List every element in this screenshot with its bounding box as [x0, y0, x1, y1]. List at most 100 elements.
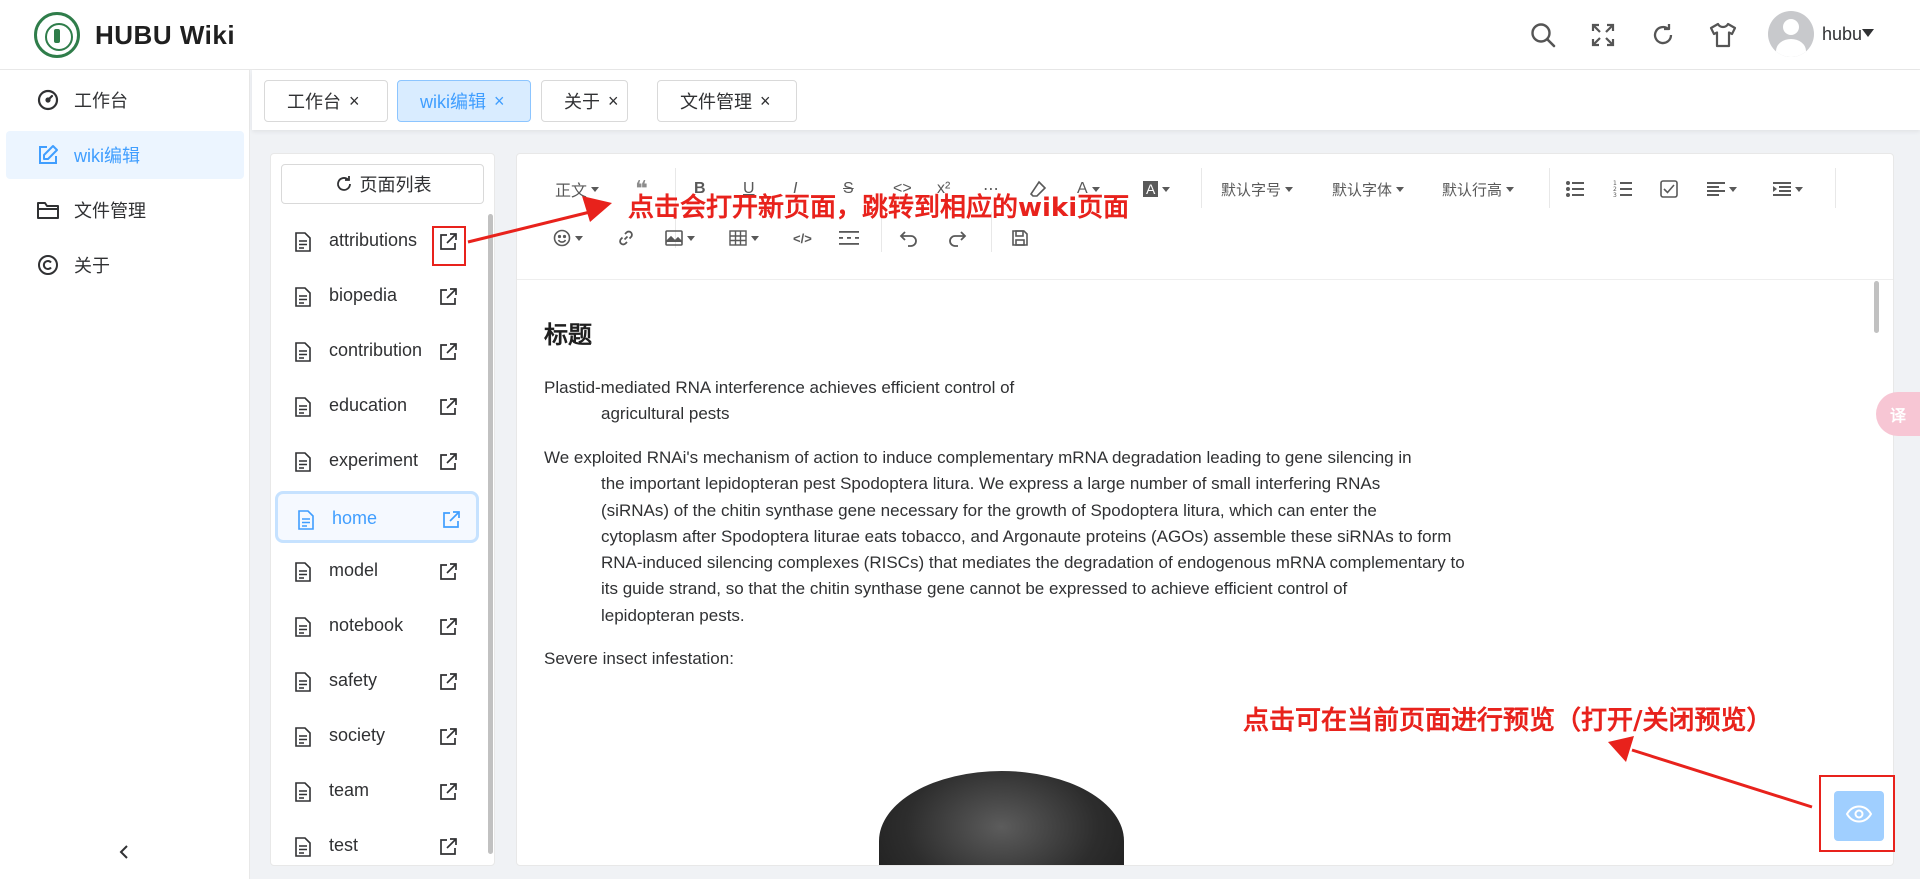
paragraph-line: (siRNAs) of the chitin synthase gene nec… [601, 500, 1377, 520]
page-name: model [329, 560, 379, 580]
page-name: education [329, 395, 408, 415]
paragraph-line: Plastid-mediated RNA interference achiev… [544, 378, 1015, 397]
open-external-icon[interactable] [440, 509, 462, 531]
refresh-icon [334, 174, 354, 194]
page-name: home [332, 508, 378, 528]
open-external-icon[interactable] [437, 726, 459, 748]
open-external-icon[interactable] [437, 671, 459, 693]
sidebar-item-file-management[interactable]: 文件管理 [6, 186, 244, 234]
page-list-item[interactable]: team [275, 766, 479, 818]
theme-shirt-icon[interactable] [1707, 19, 1739, 51]
redo-icon[interactable] [947, 224, 967, 252]
image-icon[interactable] [665, 224, 695, 252]
sidebar-item-label: 工作台 [74, 91, 128, 111]
document-icon [295, 452, 313, 472]
folder-icon [36, 198, 60, 222]
wiki-editor: 正文 ❝ B U I S <> x² ⋯ A A 默认字号 默认字体 默认行高 … [516, 153, 1894, 866]
tab-file-management[interactable]: 文件管理 × [657, 80, 797, 122]
paragraph-line: its guide strand, so that the chitin syn… [601, 579, 1348, 599]
open-external-icon[interactable] [437, 451, 459, 473]
close-icon[interactable]: × [608, 92, 619, 110]
tabs-bar: 工作台 × wiki编辑 × 关于 × 文件管理 × [252, 70, 1920, 130]
embedded-portrait-image [879, 771, 1124, 865]
tab-dashboard[interactable]: 工作台 × [264, 80, 388, 122]
page-list-item[interactable]: education [275, 381, 479, 433]
search-icon[interactable] [1527, 19, 1559, 51]
sidebar-item-wiki-edit[interactable]: wiki编辑 [6, 131, 244, 179]
page-list-item[interactable]: society [275, 711, 479, 763]
open-external-icon[interactable] [437, 561, 459, 583]
editor-scrollbar[interactable] [1874, 281, 1879, 333]
page-list-scrollbar[interactable] [488, 214, 493, 854]
paragraph-3: Severe insect infestation: [544, 646, 1504, 672]
page-list-item[interactable]: home [275, 491, 479, 543]
gauge-icon [36, 88, 60, 112]
page-list-item[interactable]: model [275, 546, 479, 598]
refresh-icon[interactable] [1647, 19, 1679, 51]
page-list-item[interactable]: biopedia [275, 271, 479, 323]
close-icon[interactable]: × [760, 92, 771, 110]
open-external-icon[interactable] [437, 616, 459, 638]
sidebar-item-about[interactable]: 关于 [6, 241, 244, 289]
page-name: contribution [329, 340, 423, 360]
open-external-icon[interactable] [437, 836, 459, 858]
tab-about[interactable]: 关于 × [541, 80, 628, 122]
open-external-icon[interactable] [437, 781, 459, 803]
page-name: attributions [329, 230, 418, 250]
link-icon[interactable] [617, 224, 635, 252]
open-external-icon[interactable] [437, 341, 459, 363]
university-logo [34, 12, 80, 58]
annotation-highlight-box [1819, 775, 1895, 852]
editor-content[interactable]: 标题 Plastid-mediated RNA interference ach… [517, 281, 1893, 865]
page-list-item[interactable]: safety [275, 656, 479, 708]
refresh-label: 页面列表 [359, 175, 432, 195]
background-color-icon[interactable]: A [1143, 175, 1171, 203]
document-icon [295, 672, 313, 692]
align-select-icon[interactable] [1707, 175, 1737, 203]
top-header: HUBU Wiki hubu [0, 0, 1920, 70]
page-name: safety [329, 670, 378, 690]
page-list-item[interactable]: test [275, 821, 479, 865]
indent-select-icon[interactable] [1773, 175, 1803, 203]
translate-icon[interactable]: 译 [1876, 392, 1920, 436]
font-size-select[interactable]: 默认字号 [1221, 175, 1294, 203]
user-avatar[interactable] [1768, 11, 1814, 57]
undo-icon[interactable] [899, 224, 919, 252]
annotation-open-page-text: 点击会打开新页面，跳转到相应的wiki页面 [628, 193, 1130, 223]
page-list-refresh-button[interactable]: 页面列表 [281, 164, 484, 204]
page-list-item[interactable]: notebook [275, 601, 479, 653]
line-height-select[interactable]: 默认行高 [1442, 175, 1515, 203]
document-icon [295, 562, 313, 582]
document-title: 标题 [544, 321, 592, 349]
sidebar-item-dashboard[interactable]: 工作台 [6, 76, 244, 124]
table-icon[interactable] [729, 224, 759, 252]
open-external-icon[interactable] [437, 286, 459, 308]
tab-wiki-edit[interactable]: wiki编辑 × [397, 80, 531, 122]
close-icon[interactable]: × [349, 92, 360, 110]
document-icon [295, 342, 313, 362]
paragraph-style-select[interactable]: 正文 [555, 175, 600, 203]
page-name: biopedia [329, 285, 398, 305]
user-name[interactable]: hubu [1822, 24, 1862, 45]
page-list-item[interactable]: experiment [275, 436, 479, 488]
font-family-label: 默认字体 [1332, 181, 1393, 199]
bullet-list-icon[interactable] [1565, 175, 1585, 203]
sidebar-collapse-chevron-icon[interactable] [112, 840, 136, 864]
paragraph-line: agricultural pests [601, 404, 730, 424]
divider-line-icon[interactable] [839, 224, 859, 252]
font-family-select[interactable]: 默认字体 [1332, 175, 1405, 203]
fullscreen-icon[interactable] [1587, 19, 1619, 51]
paragraph-line: lepidopteran pests. [601, 605, 745, 625]
save-icon[interactable] [1011, 224, 1029, 252]
page-list-item[interactable]: contribution [275, 326, 479, 378]
close-icon[interactable]: × [494, 92, 505, 110]
edit-icon [36, 143, 60, 167]
font-size-label: 默认字号 [1221, 181, 1282, 199]
todo-checkbox-icon[interactable] [1660, 175, 1678, 203]
user-menu-caret-icon[interactable] [1862, 29, 1874, 37]
numbered-list-icon[interactable]: 123 [1613, 175, 1633, 203]
code-block-icon[interactable]: </> [793, 224, 812, 252]
open-external-icon[interactable] [437, 396, 459, 418]
paragraph-2: We exploited RNAi's mechanism of action … [544, 445, 1504, 629]
emoji-icon[interactable] [553, 224, 583, 252]
